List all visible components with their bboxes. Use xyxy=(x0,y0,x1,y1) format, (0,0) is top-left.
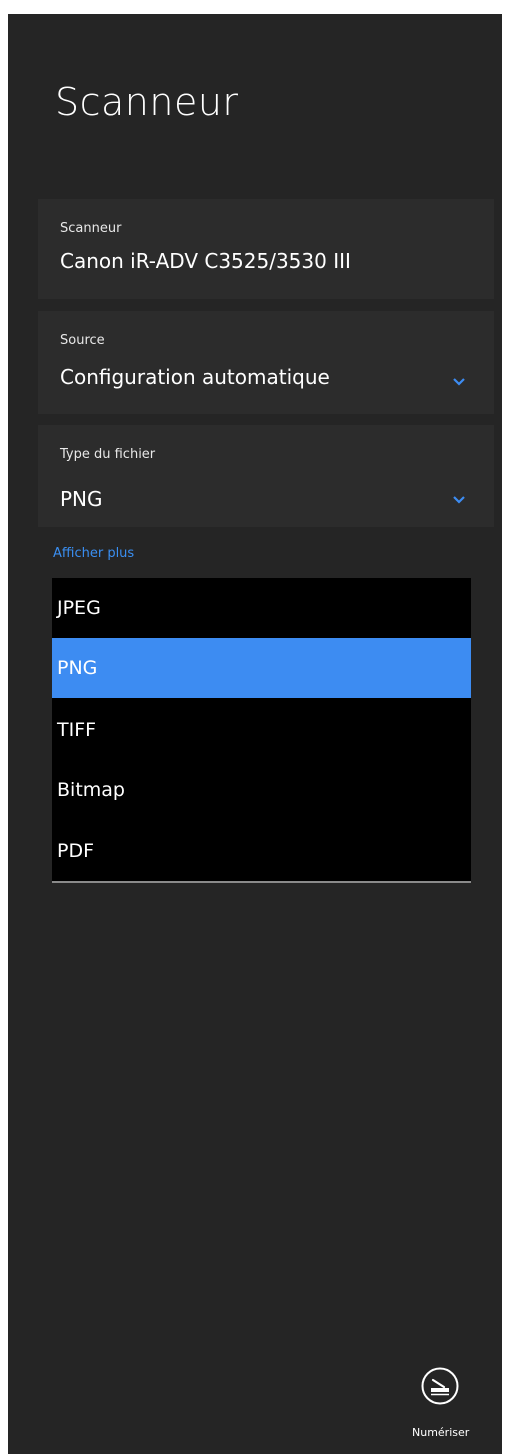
source-select[interactable]: Source Configuration automatique xyxy=(38,311,494,414)
scanner-field: Scanneur Canon iR-ADV C3525/3530 III xyxy=(38,199,494,299)
dropdown-option-jpeg[interactable]: JPEG xyxy=(52,578,471,638)
scanner-field-label: Scanneur xyxy=(60,221,122,236)
file-type-select-value: PNG xyxy=(60,487,103,511)
dropdown-option-pdf[interactable]: PDF xyxy=(52,821,471,881)
dropdown-option-tiff[interactable]: TIFF xyxy=(52,700,471,760)
chevron-down-icon xyxy=(453,378,465,386)
source-select-value: Configuration automatique xyxy=(60,365,330,389)
show-more-link[interactable]: Afficher plus xyxy=(53,546,134,561)
scan-button-label: Numériser xyxy=(412,1426,470,1439)
file-type-select[interactable]: Type du fichier PNG xyxy=(38,425,494,527)
file-type-select-label: Type du fichier xyxy=(60,447,156,462)
scan-button[interactable]: Numériser xyxy=(404,1360,490,1454)
source-select-label: Source xyxy=(60,333,105,348)
page-title: Scanneur xyxy=(55,80,239,124)
scanner-field-value: Canon iR-ADV C3525/3530 III xyxy=(60,249,351,273)
dropdown-option-png[interactable]: PNG xyxy=(52,638,471,698)
dropdown-option-bitmap[interactable]: Bitmap xyxy=(52,760,471,820)
chevron-down-icon xyxy=(453,496,465,504)
file-type-dropdown-list: JPEG PNG TIFF Bitmap PDF xyxy=(52,578,471,883)
scanner-icon xyxy=(421,1367,459,1405)
